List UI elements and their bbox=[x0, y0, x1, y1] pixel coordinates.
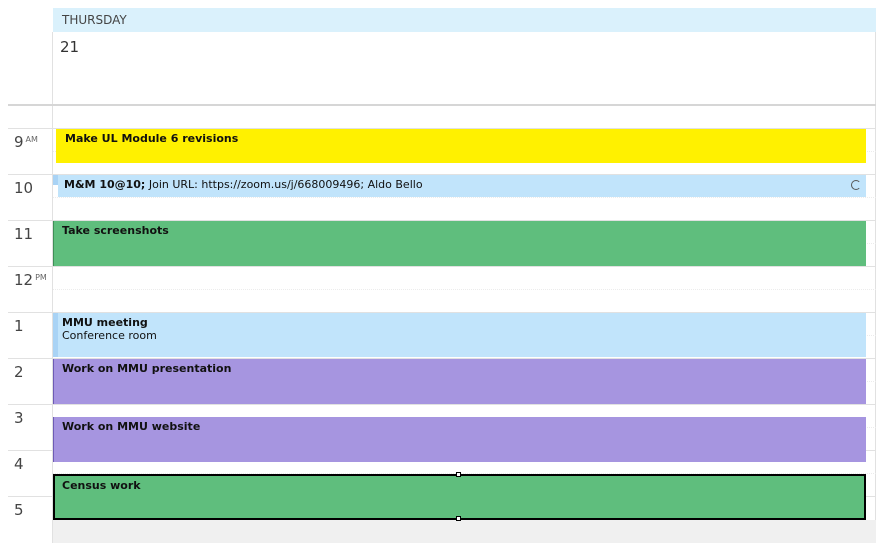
event-title: MMU meeting bbox=[62, 316, 148, 329]
after-hours-region[interactable] bbox=[53, 520, 876, 543]
calendar-day-view: THURSDAY 21 9 AM 10 11 12 PM 1 2 3 4 5 M… bbox=[0, 0, 878, 543]
hour-label-2: 2 bbox=[14, 363, 24, 381]
event-mm-1010[interactable]: M&M 10@10; Join URL: https://zoom.us/j/6… bbox=[58, 175, 866, 197]
half-hour-line bbox=[53, 197, 876, 198]
hour-label-5: 5 bbox=[14, 501, 24, 519]
event-census-work[interactable]: Census work bbox=[53, 474, 866, 520]
event-make-ul-module[interactable]: Make UL Module 6 revisions bbox=[56, 129, 866, 163]
hour-label-11: 11 bbox=[14, 225, 34, 243]
resize-handle-bottom[interactable] bbox=[456, 516, 461, 521]
hour-label-10: 10 bbox=[14, 179, 34, 197]
resize-handle-top[interactable] bbox=[456, 472, 461, 477]
event-title: Census work bbox=[62, 479, 141, 492]
hour-label-9: 9 AM bbox=[14, 133, 38, 151]
event-title: Work on MMU website bbox=[62, 420, 201, 433]
half-hour-line bbox=[53, 289, 876, 290]
day-name: THURSDAY bbox=[62, 13, 127, 27]
hour-label-12: 12 PM bbox=[14, 271, 47, 289]
time-grid: 9 AM 10 11 12 PM 1 2 3 4 5 Make UL Module … bbox=[0, 106, 878, 543]
event-take-screenshots[interactable]: Take screenshots bbox=[53, 221, 866, 266]
event-detail: Join URL: https://zoom.us/j/668009496; A… bbox=[145, 178, 423, 191]
event-title: Make UL Module 6 revisions bbox=[65, 132, 239, 145]
day-header[interactable]: THURSDAY bbox=[53, 8, 876, 32]
hour-line bbox=[8, 404, 876, 405]
event-location: Conference room bbox=[62, 329, 157, 342]
recurring-icon bbox=[851, 180, 861, 190]
hour-label-1: 1 bbox=[14, 317, 24, 335]
event-work-mmu-website[interactable]: Work on MMU website bbox=[53, 417, 866, 462]
event-title: Work on MMU presentation bbox=[62, 362, 232, 375]
day-number[interactable]: 21 bbox=[60, 38, 79, 56]
hour-label-4: 4 bbox=[14, 455, 24, 473]
hour-line bbox=[8, 266, 876, 267]
hour-label-3: 3 bbox=[14, 409, 24, 427]
all-day-area[interactable] bbox=[52, 32, 876, 104]
event-mmu-meeting[interactable]: MMU meeting Conference room bbox=[58, 313, 866, 357]
event-title: Take screenshots bbox=[62, 224, 169, 237]
event-work-mmu-presentation[interactable]: Work on MMU presentation bbox=[53, 359, 866, 404]
event-title: M&M 10@10; bbox=[64, 178, 146, 191]
